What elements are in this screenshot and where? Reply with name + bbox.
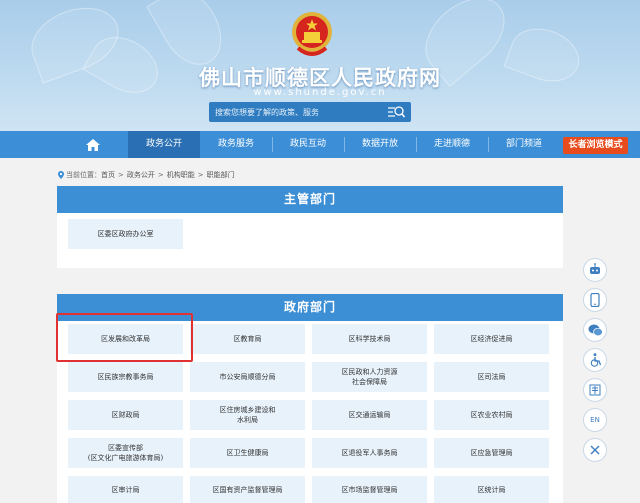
national-emblem-icon: [292, 12, 332, 56]
robot-assistant-button[interactable]: [583, 258, 607, 282]
dept-item[interactable]: 区卫生健康局: [190, 438, 305, 468]
wechat-icon: [588, 324, 603, 336]
panel-main-department: 主管部门 区委区政府办公室: [57, 186, 563, 268]
close-toolbar-button[interactable]: [583, 438, 607, 462]
dept-item[interactable]: 市公安局顺德分局: [190, 362, 305, 392]
english-button[interactable]: EN: [583, 408, 607, 432]
highlight-box: [56, 313, 193, 362]
breadcrumb-separator: >: [157, 171, 164, 179]
nav-divider: [488, 137, 489, 152]
traditional-chinese-icon: [589, 384, 601, 396]
dept-item[interactable]: 区交通运输局: [312, 400, 427, 430]
wechat-button[interactable]: [583, 318, 607, 342]
dept-item[interactable]: 区统计局: [434, 476, 549, 503]
search-icon[interactable]: [387, 104, 405, 120]
breadcrumb-gov-info[interactable]: 政务公开: [127, 170, 155, 180]
location-pin-icon: [58, 171, 64, 179]
dept-item[interactable]: 区住房城乡建设和 水利局: [190, 400, 305, 430]
mobile-icon: [590, 293, 600, 307]
wheelchair-icon: [590, 353, 601, 367]
breadcrumb-separator: >: [197, 171, 204, 179]
nav-home[interactable]: [58, 131, 128, 158]
nav-divider: [344, 137, 345, 152]
dept-item[interactable]: 区民族宗教事务局: [68, 362, 183, 392]
nav-item-about[interactable]: 走进顺德: [416, 131, 488, 158]
dept-item[interactable]: 区退役军人事务局: [312, 438, 427, 468]
simplified-traditional-button[interactable]: [583, 378, 607, 402]
nav-item-interaction[interactable]: 政民互动: [272, 131, 344, 158]
search-input[interactable]: [209, 102, 379, 122]
dept-item[interactable]: 区审计局: [68, 476, 183, 503]
dept-item[interactable]: 区市场监督管理局: [312, 476, 427, 503]
dept-item[interactable]: 区财政局: [68, 400, 183, 430]
dept-item[interactable]: 区经济促进局: [434, 324, 549, 354]
elder-mode-button[interactable]: 长者浏览模式: [563, 137, 628, 154]
breadcrumb-current[interactable]: 职能部门: [207, 170, 235, 180]
panel-title: 主管部门: [57, 186, 563, 213]
dept-item[interactable]: 区司法局: [434, 362, 549, 392]
dept-item[interactable]: 区委宣传部 (区文化广电旅游体育局): [68, 438, 183, 468]
breadcrumb: 当前位置： 首页 > 政务公开 > 机构职能 > 职能部门: [58, 170, 235, 180]
nav-item-open-data[interactable]: 数据开放: [344, 131, 416, 158]
nav-divider: [416, 137, 417, 152]
dept-item[interactable]: 区国有资产监督管理局: [190, 476, 305, 503]
search-box: [209, 102, 411, 122]
site-url: www.shunde.gov.cn: [253, 87, 387, 98]
dept-item[interactable]: 区应急管理局: [434, 438, 549, 468]
dept-item[interactable]: 区委区政府办公室: [68, 219, 183, 249]
accessibility-button[interactable]: [583, 348, 607, 372]
nav-divider: [272, 137, 273, 152]
dept-item[interactable]: 区科学技术局: [312, 324, 427, 354]
robot-icon: [590, 263, 600, 274]
nav-item-gov-service[interactable]: 政务服务: [200, 131, 272, 158]
home-icon: [86, 138, 100, 151]
dept-item[interactable]: 区农业农村局: [434, 400, 549, 430]
nav-item-departments[interactable]: 部门频道: [488, 131, 560, 158]
dept-item[interactable]: 区民政和人力资源 社会保障局: [312, 362, 427, 392]
breadcrumb-functions[interactable]: 机构职能: [167, 170, 195, 180]
close-icon: [590, 445, 600, 455]
breadcrumb-home[interactable]: 首页: [101, 170, 115, 180]
nav-item-gov-info[interactable]: 政务公开: [128, 131, 200, 158]
site-header: 佛山市顺德区人民政府网 www.shunde.gov.cn: [0, 0, 640, 131]
dept-item[interactable]: 区教育局: [190, 324, 305, 354]
breadcrumb-separator: >: [118, 171, 124, 179]
main-nav: 政务公开 政务服务 政民互动 数据开放 走进顺德 部门频道: [0, 131, 640, 158]
side-toolbar: EN: [583, 258, 609, 468]
english-label: EN: [590, 416, 600, 424]
mobile-button[interactable]: [583, 288, 607, 312]
breadcrumb-prefix: 当前位置：: [66, 171, 101, 179]
